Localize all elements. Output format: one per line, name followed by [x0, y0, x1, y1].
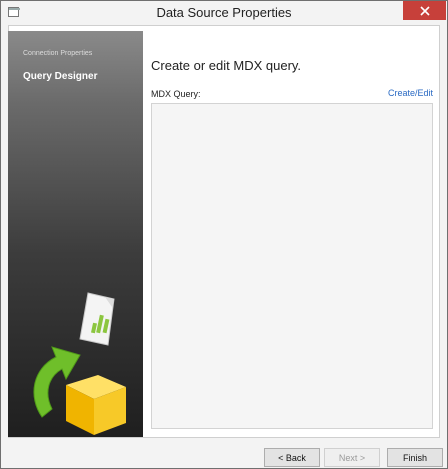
cube-icon [66, 375, 126, 435]
back-button[interactable]: < Back [264, 448, 320, 467]
page-heading: Create or edit MDX query. [151, 58, 302, 73]
dialog-footer: < Back Next > Finish [1, 439, 447, 468]
dialog-window: Data Source Properties Connection Proper… [0, 0, 448, 469]
close-button[interactable] [403, 1, 446, 20]
next-button[interactable]: Next > [324, 448, 380, 467]
title-bar: Data Source Properties [1, 1, 447, 25]
finish-button[interactable]: Finish [387, 448, 443, 467]
create-edit-link[interactable]: Create/Edit [388, 88, 433, 98]
window-title: Data Source Properties [156, 5, 292, 20]
mdx-query-label: MDX Query: [151, 89, 201, 99]
sidebar-item-connection-properties[interactable]: Connection Properties [23, 50, 92, 57]
close-icon [419, 5, 430, 16]
mdx-query-textarea[interactable] [151, 103, 433, 429]
data-source-illustration [33, 292, 126, 435]
sidebar-item-query-designer[interactable]: Query Designer [23, 71, 97, 82]
wizard-sidebar: Connection Properties Query Designer [8, 31, 143, 437]
chart-document-icon [79, 292, 115, 346]
